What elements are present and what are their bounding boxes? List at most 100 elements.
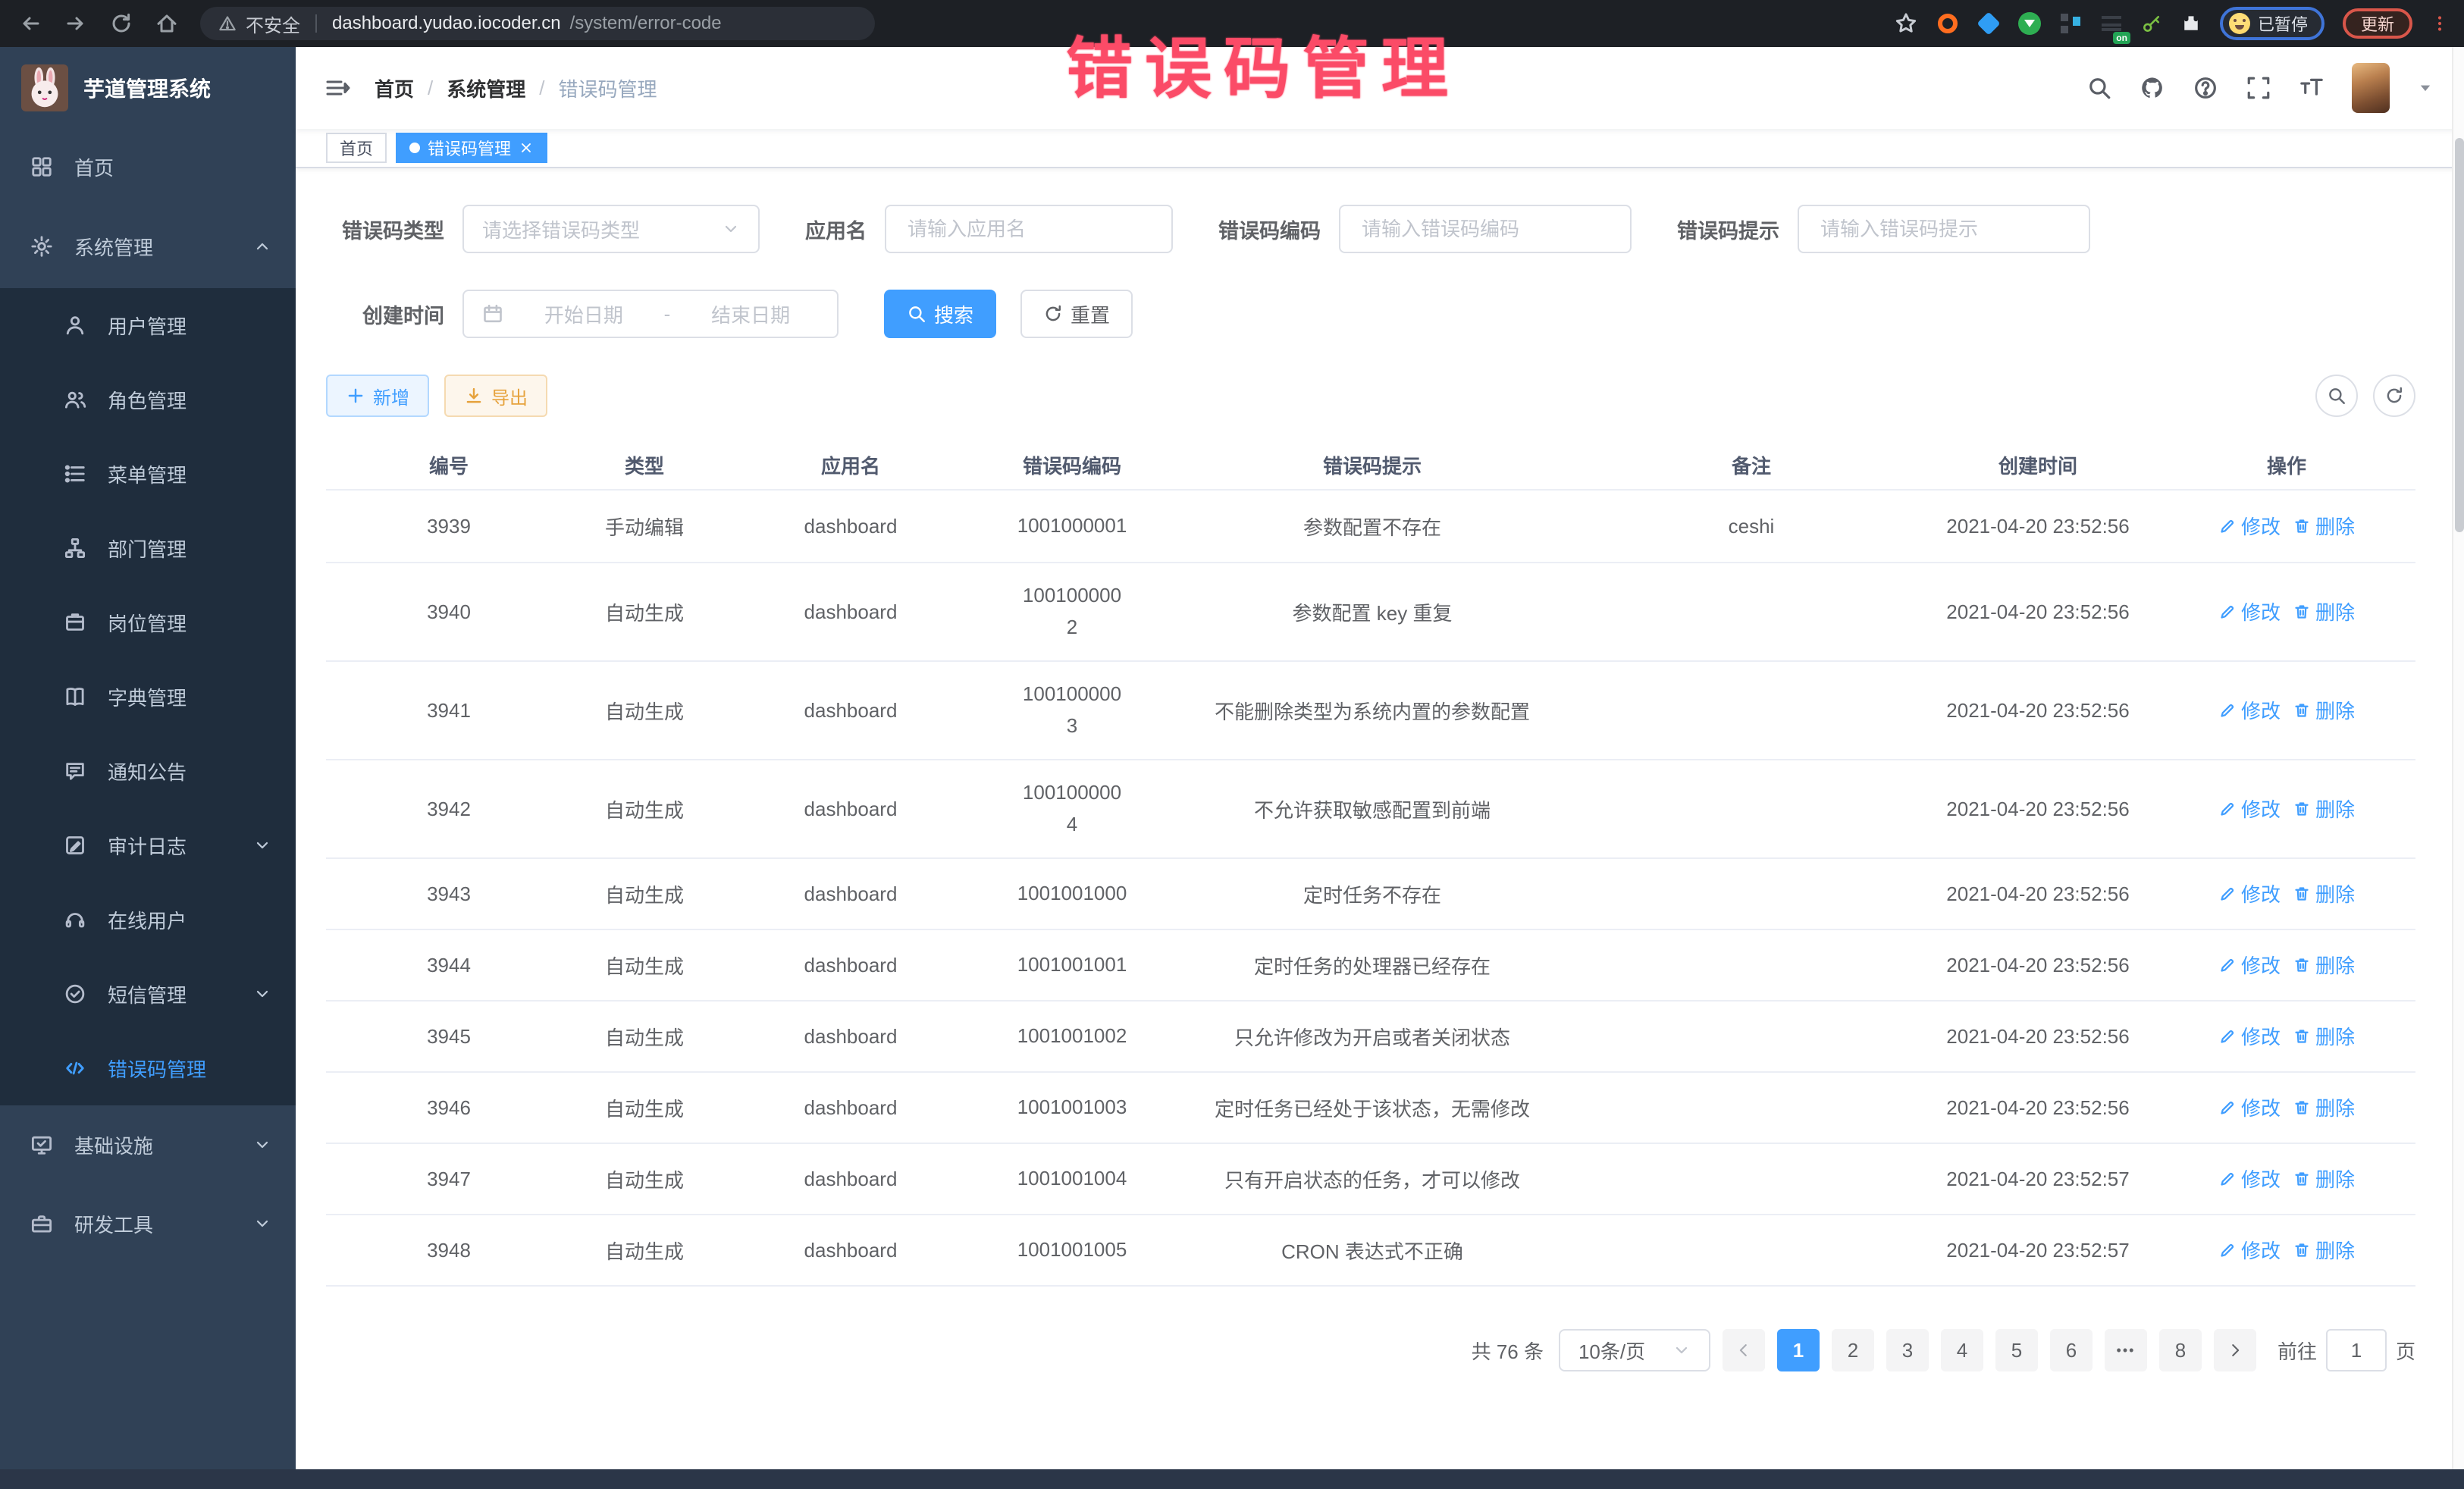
breadcrumb-system[interactable]: 系统管理 [447, 74, 525, 102]
on-badge: on [2113, 32, 2130, 44]
delete-link[interactable]: 删除 [2293, 795, 2355, 823]
extension-icon[interactable] [1936, 12, 1959, 35]
page-button-2[interactable]: 2 [1832, 1329, 1874, 1371]
date-range-picker[interactable]: 开始日期 - 结束日期 [462, 290, 839, 338]
page-size-select[interactable]: 10条/页 [1559, 1329, 1710, 1371]
help-icon[interactable] [2193, 75, 2218, 101]
sidebar-item-sms[interactable]: 短信管理 [0, 957, 296, 1031]
home-icon[interactable] [155, 11, 179, 36]
announcement-icon [64, 760, 86, 782]
sidebar-item-posts[interactable]: 岗位管理 [0, 585, 296, 660]
error-msg-input[interactable] [1817, 216, 2071, 243]
delete-link[interactable]: 删除 [2293, 1236, 2355, 1264]
page-scrollbar[interactable] [2452, 47, 2464, 1469]
tag-home[interactable]: 首页 [326, 133, 387, 163]
sidebar-item-infrastructure[interactable]: 基础设施 [0, 1105, 296, 1184]
sidebar-item-dict[interactable]: 字典管理 [0, 660, 296, 734]
table-row: 3945 自动生成 dashboard 1001001002 只允许修改为开启或… [326, 1001, 2415, 1072]
sidebar-item-dev-tools[interactable]: 研发工具 [0, 1184, 296, 1263]
delete-link[interactable]: 删除 [2293, 512, 2355, 540]
trash-icon [2293, 885, 2311, 903]
paused-profile-badge[interactable]: 已暂停 [2220, 7, 2324, 40]
page-button-8[interactable]: 8 [2159, 1329, 2202, 1371]
extensions-puzzle-icon[interactable] [2180, 13, 2202, 34]
donut-extension-icon [1938, 14, 1958, 33]
caret-down-icon[interactable] [2417, 80, 2434, 96]
extension-icon[interactable]: on [2100, 12, 2123, 35]
next-page-button[interactable] [2214, 1329, 2256, 1371]
browser-menu-icon[interactable] [2431, 11, 2449, 36]
app-name-input[interactable] [904, 216, 1153, 243]
sidebar-item-audit-log[interactable]: 审计日志 [0, 808, 296, 882]
sidebar-item-notice[interactable]: 通知公告 [0, 734, 296, 808]
delete-link[interactable]: 删除 [2293, 597, 2355, 625]
plus-icon [346, 386, 365, 406]
edit-link[interactable]: 修改 [2218, 879, 2281, 908]
font-size-icon[interactable] [2299, 75, 2324, 101]
prev-page-button[interactable] [1723, 1329, 1765, 1371]
github-icon[interactable] [2140, 75, 2165, 101]
browser-update-button[interactable]: 更新 [2343, 8, 2412, 39]
sidebar-item-system[interactable]: 系统管理 [0, 205, 296, 288]
address-bar[interactable]: 不安全 dashboard.yudao.iocoder.cn/system/er… [200, 7, 875, 40]
delete-link[interactable]: 删除 [2293, 1165, 2355, 1193]
user-avatar[interactable] [2352, 63, 2390, 113]
sidebar-item-users[interactable]: 用户管理 [0, 288, 296, 362]
page-button-1[interactable]: 1 [1777, 1329, 1820, 1371]
edit-link[interactable]: 修改 [2218, 512, 2281, 540]
page-button-3[interactable]: 3 [1886, 1329, 1929, 1371]
reload-icon[interactable] [109, 11, 133, 36]
sidebar-item-online-users[interactable]: 在线用户 [0, 882, 296, 957]
create-time-label: 创建时间 [326, 299, 462, 329]
goto-page-input[interactable] [2326, 1329, 2387, 1371]
edit-link[interactable]: 修改 [2218, 1022, 2281, 1050]
page-button-6[interactable]: 6 [2050, 1329, 2093, 1371]
extension-icon[interactable] [1977, 12, 2000, 35]
error-type-select[interactable]: 请选择错误码类型 [462, 205, 760, 253]
add-button[interactable]: 新增 [326, 375, 429, 417]
search-button[interactable]: 搜索 [884, 290, 996, 338]
forward-icon[interactable] [64, 11, 88, 36]
error-code-input[interactable] [1359, 216, 1612, 243]
extension-icon[interactable] [2059, 12, 2082, 35]
tag-error-code[interactable]: 错误码管理 [396, 133, 547, 163]
search-icon [907, 304, 926, 324]
delete-link[interactable]: 删除 [2293, 1022, 2355, 1050]
sidebar-logo[interactable]: 芋道管理系统 [0, 47, 296, 129]
delete-link[interactable]: 删除 [2293, 696, 2355, 724]
sidebar-item-departments[interactable]: 部门管理 [0, 511, 296, 585]
reset-button[interactable]: 重置 [1020, 290, 1133, 338]
delete-link[interactable]: 删除 [2293, 951, 2355, 979]
edit-link[interactable]: 修改 [2218, 1093, 2281, 1121]
close-icon[interactable] [519, 140, 534, 155]
export-button[interactable]: 导出 [444, 375, 547, 417]
edit-link[interactable]: 修改 [2218, 1165, 2281, 1193]
sidebar-item-error-code[interactable]: 错误码管理 [0, 1031, 296, 1105]
fullscreen-icon[interactable] [2246, 75, 2271, 101]
sidebar-item-home[interactable]: 首页 [0, 129, 296, 205]
more-pages-button[interactable]: ••• [2105, 1329, 2147, 1371]
refresh-table-button[interactable] [2373, 375, 2415, 417]
toggle-search-button[interactable] [2315, 375, 2358, 417]
edit-link[interactable]: 修改 [2218, 795, 2281, 823]
sidebar-item-roles[interactable]: 角色管理 [0, 362, 296, 437]
extension-icon[interactable] [2018, 12, 2041, 35]
edit-link[interactable]: 修改 [2218, 1236, 2281, 1264]
bookmark-star-icon[interactable] [1894, 11, 1918, 36]
pencil-icon [2218, 517, 2237, 535]
toolbox-icon [30, 1212, 53, 1235]
back-icon[interactable] [18, 11, 42, 36]
edit-link[interactable]: 修改 [2218, 597, 2281, 625]
breadcrumb-home[interactable]: 首页 [375, 74, 414, 102]
page-button-5[interactable]: 5 [1995, 1329, 2038, 1371]
delete-link[interactable]: 删除 [2293, 1093, 2355, 1121]
edit-link[interactable]: 修改 [2218, 696, 2281, 724]
search-icon[interactable] [2086, 75, 2112, 101]
delete-link[interactable]: 删除 [2293, 879, 2355, 908]
edit-link[interactable]: 修改 [2218, 951, 2281, 979]
hamburger-icon[interactable] [323, 76, 350, 100]
scrollbar-thumb[interactable] [2455, 138, 2464, 532]
page-button-4[interactable]: 4 [1941, 1329, 1983, 1371]
sidebar-item-menus[interactable]: 菜单管理 [0, 437, 296, 511]
key-extension-icon[interactable] [2141, 13, 2162, 34]
